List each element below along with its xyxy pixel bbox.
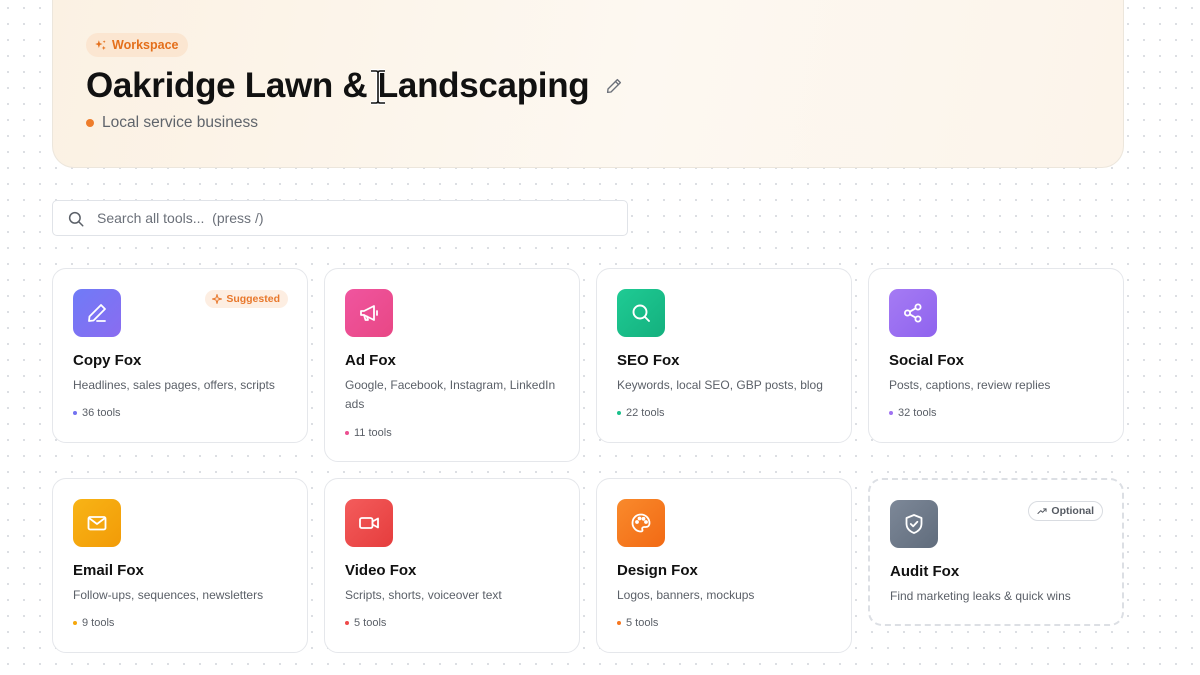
share-icon <box>904 303 922 323</box>
count-dot <box>889 411 893 415</box>
count-label: 5 tools <box>626 617 659 629</box>
text-cursor-icon <box>371 69 385 105</box>
card-description: Find marketing leaks & quick wins <box>890 589 1071 603</box>
suggested-badge: Suggested <box>205 290 288 308</box>
sparkle-icon <box>212 294 223 304</box>
ad-fox-icon-box <box>345 289 393 337</box>
card-description: Posts, captions, review replies <box>889 378 1051 392</box>
card-description: Follow-ups, sequences, newsletters <box>73 588 264 602</box>
count-dot <box>345 621 349 625</box>
trending-up-icon <box>1037 508 1047 514</box>
count-dot <box>73 411 77 415</box>
tool-card-video-fox[interactable]: Video Fox Scripts, shorts, voiceover tex… <box>324 478 580 653</box>
count-dot <box>617 411 621 415</box>
status-dot <box>86 119 94 127</box>
copy-fox-icon-box <box>73 289 121 337</box>
card-description: Scripts, shorts, voiceover text <box>345 588 502 602</box>
video-camera-icon <box>359 517 379 529</box>
video-fox-icon-box <box>345 499 393 547</box>
pencil-icon <box>607 78 622 94</box>
audit-fox-icon-box <box>890 500 938 548</box>
seo-fox-icon-box <box>617 289 665 337</box>
card-title: Video Fox <box>345 562 417 579</box>
edit-title-button[interactable] <box>605 77 623 95</box>
envelope-icon <box>87 516 107 531</box>
card-title: Social Fox <box>889 352 965 369</box>
count-dot <box>73 621 77 625</box>
count-label: 22 tools <box>626 407 665 419</box>
card-description: Logos, banners, mockups <box>617 588 755 602</box>
card-tool-count: 5 tools <box>345 617 386 629</box>
count-dot <box>617 621 621 625</box>
pen-icon <box>88 304 106 322</box>
card-title: Design Fox <box>617 562 698 579</box>
card-tool-count: 36 tools <box>73 407 121 419</box>
search-icon <box>68 211 84 227</box>
palette-icon <box>631 513 651 533</box>
tool-card-ad-fox[interactable]: Ad Fox Google, Facebook, Instagram, Link… <box>324 268 580 462</box>
shield-check-icon <box>905 514 923 534</box>
count-label: 5 tools <box>354 617 387 629</box>
suggested-badge-label: Suggested <box>226 293 280 305</box>
megaphone-icon <box>360 305 378 321</box>
search-input[interactable] <box>97 201 617 235</box>
card-description: Headlines, sales pages, offers, scripts <box>73 378 275 392</box>
count-dot <box>345 431 349 435</box>
card-tool-count: 11 tools <box>345 427 392 439</box>
count-label: 11 tools <box>354 427 392 439</box>
email-fox-icon-box <box>73 499 121 547</box>
card-tool-count: 32 tools <box>889 407 937 419</box>
card-description: Google, Facebook, Instagram, LinkedIn ad… <box>345 378 556 411</box>
optional-badge: Optional <box>1028 501 1103 521</box>
card-title: Copy Fox <box>73 352 142 369</box>
optional-badge-label: Optional <box>1051 505 1094 517</box>
card-title: Ad Fox <box>345 352 396 369</box>
workspace-badge: Workspace <box>86 33 189 57</box>
tool-card-copy-fox[interactable]: Suggested Copy Fox Headlines, sales page… <box>52 268 308 443</box>
count-label: 36 tools <box>82 407 121 419</box>
magnifier-icon <box>632 304 650 322</box>
card-description: Keywords, local SEO, GBP posts, blog <box>617 378 823 392</box>
count-label: 32 tools <box>898 407 937 419</box>
card-title: Email Fox <box>73 562 144 579</box>
sparkle-icon <box>95 39 106 50</box>
count-label: 9 tools <box>82 617 115 629</box>
card-title: Audit Fox <box>890 563 960 580</box>
tool-card-email-fox[interactable]: Email Fox Follow-ups, sequences, newslet… <box>52 478 308 653</box>
card-tool-count: 22 tools <box>617 407 665 419</box>
workspace-badge-label: Workspace <box>112 38 179 52</box>
social-fox-icon-box <box>889 289 937 337</box>
card-tool-count: 5 tools <box>617 617 658 629</box>
workspace-title[interactable]: Oakridge Lawn & Landscaping <box>86 66 590 106</box>
tool-card-seo-fox[interactable]: SEO Fox Keywords, local SEO, GBP posts, … <box>596 268 852 443</box>
workspace-subtitle: Local service business <box>102 114 258 131</box>
tool-search[interactable] <box>52 200 628 236</box>
workspace-header: Workspace Oakridge Lawn & Landscaping Lo… <box>52 0 1124 168</box>
tool-card-audit-fox[interactable]: Optional Audit Fox Find marketing leaks … <box>868 478 1124 626</box>
card-title: SEO Fox <box>617 352 680 369</box>
design-fox-icon-box <box>617 499 665 547</box>
tool-card-design-fox[interactable]: Design Fox Logos, banners, mockups 5 too… <box>596 478 852 653</box>
tool-card-social-fox[interactable]: Social Fox Posts, captions, review repli… <box>868 268 1124 443</box>
card-tool-count: 9 tools <box>73 617 114 629</box>
